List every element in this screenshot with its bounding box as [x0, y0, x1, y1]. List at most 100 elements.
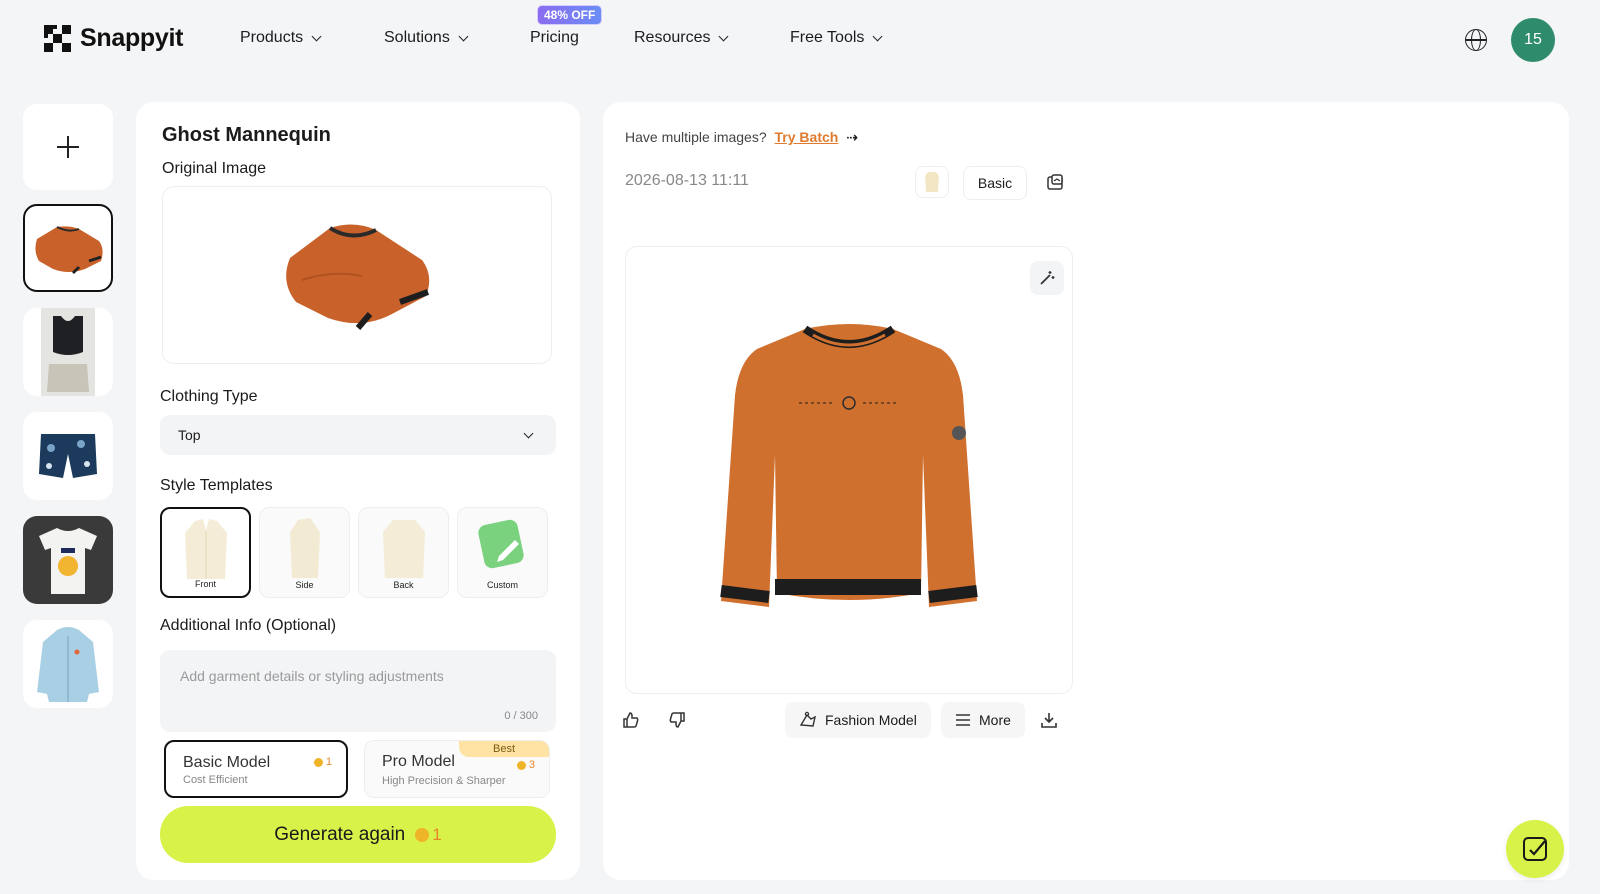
- basic-model-cost: 1: [313, 756, 332, 768]
- chevron-down-icon: [458, 31, 469, 41]
- nav-resources-label: Resources: [634, 29, 711, 46]
- thumbnail-floral-navy-shorts[interactable]: [23, 412, 113, 500]
- quality-badge[interactable]: Basic: [963, 166, 1027, 200]
- basic-model-name: Basic Model: [183, 754, 271, 771]
- thumbs-up-icon: [623, 712, 639, 728]
- basic-model-cost-value: 1: [325, 756, 332, 768]
- nav-free-tools-label: Free Tools: [790, 29, 865, 46]
- additional-info-input[interactable]: Add garment details or styling adjustmen…: [160, 650, 556, 732]
- batch-prompt-text: Have multiple images?: [625, 129, 767, 145]
- template-front-label: Front: [194, 579, 216, 589]
- menu-lines-icon: [956, 714, 970, 726]
- blazer-mini-icon: [925, 172, 939, 192]
- nav-pricing[interactable]: Pricing: [530, 29, 579, 47]
- template-side[interactable]: Side: [259, 507, 350, 598]
- orange-sweatshirt-thumb-icon: [35, 226, 103, 275]
- style-templates-label: Style Templates: [160, 477, 273, 494]
- globe-icon[interactable]: [1465, 29, 1487, 51]
- nav-products-label: Products: [240, 29, 304, 46]
- floral-shorts-thumb-icon: [39, 434, 97, 478]
- template-back-label: Back: [393, 580, 414, 590]
- clothing-type-select[interactable]: Top: [160, 415, 556, 455]
- result-timestamp: 2026-08-13 11:11: [625, 172, 749, 189]
- thumbs-up-button[interactable]: [613, 702, 649, 738]
- brand-logo[interactable]: Snappyit: [44, 24, 183, 53]
- pro-model-name: Pro Model: [382, 753, 455, 770]
- user-avatar[interactable]: 15: [1511, 18, 1555, 62]
- logo-mark-icon: [44, 24, 72, 53]
- pro-model-option[interactable]: Best Pro Model High Precision & Sharper …: [364, 740, 550, 798]
- nav-free-tools[interactable]: Free Tools: [790, 29, 883, 47]
- generate-label: Generate again: [274, 823, 406, 845]
- plus-icon: [57, 136, 79, 158]
- chevron-down-icon: [719, 31, 729, 41]
- additional-info-label: Additional Info (Optional): [160, 617, 337, 634]
- template-back[interactable]: Back: [358, 507, 449, 598]
- hoodie-thumb-icon: [37, 627, 99, 702]
- panel-title: Ghost Mannequin: [162, 124, 331, 146]
- basic-model-option[interactable]: Basic Model Cost Efficient 1: [164, 740, 348, 798]
- blazer-side-icon: [289, 518, 320, 578]
- template-custom-label: Custom: [486, 580, 518, 590]
- char-counter: 0 / 300: [504, 710, 538, 722]
- compare-icon[interactable]: [1040, 168, 1070, 198]
- thumbnail-white-jersey-tshirt[interactable]: [23, 516, 113, 604]
- clothing-type-value: Top: [178, 427, 201, 443]
- download-icon: [1041, 713, 1057, 728]
- generate-cost-value: 1: [432, 824, 442, 844]
- magic-wand-icon: [1040, 271, 1055, 285]
- ghost-mannequin-panel: Ghost Mannequin Original Image Clothing …: [136, 102, 580, 880]
- pro-model-cost: 3: [516, 759, 535, 771]
- download-button[interactable]: [1031, 702, 1067, 738]
- arrow-right-icon: ⇢: [846, 129, 858, 145]
- magic-wand-button[interactable]: [1030, 261, 1064, 295]
- template-side-label: Side: [295, 580, 314, 590]
- best-tag: Best: [459, 741, 549, 757]
- nav-solutions[interactable]: Solutions: [384, 29, 469, 47]
- batch-prompt: Have multiple images? Try Batch ⇢: [625, 129, 858, 146]
- template-custom[interactable]: Custom: [457, 507, 548, 598]
- nav-pricing-label: Pricing: [530, 29, 579, 46]
- generate-again-button[interactable]: Generate again 1: [160, 806, 556, 863]
- top-navigation: Snappyit Products Solutions Pricing 48% …: [0, 0, 1600, 80]
- basic-model-subtitle: Cost Efficient: [183, 774, 248, 786]
- discount-badge: 48% OFF: [537, 5, 603, 25]
- chevron-down-icon: [311, 31, 322, 41]
- result-panel: Have multiple images? Try Batch ⇢ 2026-0…: [603, 102, 1569, 880]
- add-image-button[interactable]: [23, 104, 113, 190]
- fashion-model-button[interactable]: Fashion Model: [785, 702, 931, 738]
- pro-model-subtitle: High Precision & Sharper: [382, 775, 506, 787]
- clothing-type-label: Clothing Type: [160, 388, 258, 405]
- more-button[interactable]: More: [941, 702, 1025, 738]
- brand-name: Snappyit: [80, 24, 184, 52]
- jersey-thumb-icon: [39, 528, 97, 594]
- nav-resources[interactable]: Resources: [634, 29, 729, 47]
- fashion-model-icon: [799, 711, 817, 727]
- chevron-down-icon: [872, 31, 883, 41]
- orange-sweatshirt-ghost-mannequin-icon: [720, 324, 978, 607]
- nav-solutions-label: Solutions: [384, 29, 450, 46]
- pro-model-cost-value: 3: [528, 759, 535, 771]
- original-image[interactable]: [162, 186, 552, 364]
- thumbnail-light-blue-hoodie[interactable]: [23, 620, 113, 708]
- coin-icon: [516, 760, 526, 770]
- orange-sweatshirt-flat-icon: [286, 224, 430, 330]
- custom-edit-icon: [477, 519, 524, 569]
- blazer-back-icon: [382, 520, 425, 578]
- template-front[interactable]: Front: [160, 507, 251, 598]
- feedback-fab[interactable]: [1506, 820, 1564, 878]
- thumbnail-orange-sweatshirt[interactable]: [23, 204, 113, 292]
- generate-cost: 1: [415, 824, 442, 845]
- style-templates: Front Side Back Custom: [160, 507, 548, 598]
- try-batch-link[interactable]: Try Batch: [775, 129, 839, 145]
- thumbs-down-button[interactable]: [659, 702, 695, 738]
- edit-check-icon: [1523, 837, 1547, 861]
- thumbs-down-icon: [669, 712, 685, 728]
- additional-info-placeholder: Add garment details or styling adjustmen…: [180, 668, 444, 684]
- result-source-thumbnail[interactable]: [915, 166, 949, 198]
- blazer-front-icon: [184, 519, 227, 579]
- nav-products[interactable]: Products: [240, 29, 322, 47]
- thumbnail-black-tank-top-with-shorts[interactable]: [23, 308, 113, 396]
- generated-image[interactable]: [625, 246, 1073, 694]
- more-label: More: [979, 712, 1011, 728]
